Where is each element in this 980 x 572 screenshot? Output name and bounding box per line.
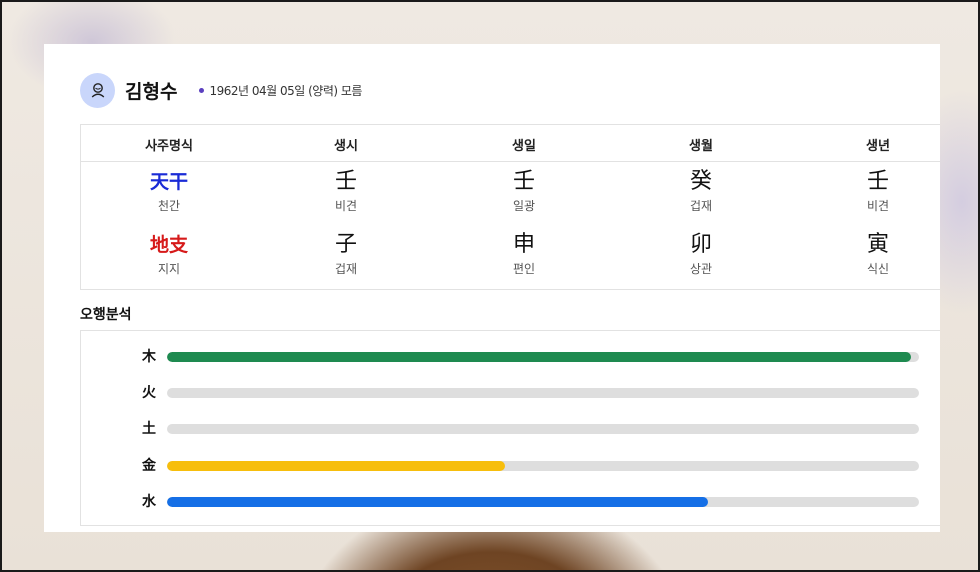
header-saju: 사주명식 [145, 139, 193, 154]
element-label-water: 水 [142, 494, 156, 510]
element-label-metal: 金 [142, 458, 156, 474]
element-row-water: 水 [81, 492, 940, 512]
element-bar-wood [167, 352, 912, 362]
branch-day-role: 편인 [512, 262, 536, 276]
branch-day: 申 편인 [464, 232, 584, 276]
profile-name: 김형수 [125, 80, 178, 103]
element-track-wood [167, 352, 919, 362]
stem-hour-role: 비견 [334, 199, 358, 213]
element-track-water [167, 497, 919, 507]
stem-month-char: 癸 [689, 169, 712, 194]
branch-hour-char: 子 [334, 232, 357, 257]
saju-table-header: 사주명식 생시 생일 생월 생년 [81, 125, 940, 162]
birth-info: 1962년 04월 05일 (양력) 모름 [199, 82, 362, 99]
element-label-wood: 木 [142, 349, 156, 365]
five-elements-title: 오행분석 [80, 307, 132, 323]
stems-label-cell: 天干 천간 [109, 169, 229, 213]
branch-day-char: 申 [512, 232, 535, 257]
header-day: 생일 [512, 139, 536, 154]
saju-table: 사주명식 생시 생일 생월 생년 天干 천간 壬 비견 壬 일광 癸 겁재 壬 … [80, 124, 940, 290]
branch-month: 卯 상관 [641, 232, 761, 276]
stems-label-kor: 천간 [157, 199, 181, 213]
element-track-fire [167, 388, 919, 398]
user-icon [91, 83, 104, 98]
branches-label: 地支 [149, 234, 188, 256]
branch-month-char: 卯 [689, 232, 712, 257]
element-bar-water [167, 497, 709, 507]
branch-year: 寅 식신 [818, 232, 938, 276]
birth-info-text: 1962년 04월 05일 (양력) 모름 [209, 83, 362, 98]
five-elements-panel: 木 火 土 金 水 [80, 330, 940, 526]
element-track-earth [167, 424, 919, 434]
stem-year-char: 壬 [866, 169, 889, 194]
element-label-fire: 火 [142, 385, 156, 401]
bullet-icon [199, 87, 205, 93]
branch-hour-role: 겁재 [334, 262, 358, 276]
branches-label-kor: 지지 [157, 262, 181, 276]
stem-day-char: 壬 [512, 169, 535, 194]
element-row-earth: 土 [81, 419, 940, 439]
branch-year-char: 寅 [866, 232, 889, 257]
element-bar-metal [167, 461, 506, 471]
branch-year-role: 식신 [866, 262, 890, 276]
stem-hour-char: 壬 [334, 169, 357, 194]
stem-month-role: 겁재 [689, 199, 713, 213]
stem-year: 壬 비견 [818, 169, 938, 213]
background-frame: 김형수 1962년 04월 05일 (양력) 모름 사주명식 생시 생일 생월 … [0, 0, 980, 572]
stems-label: 天干 [149, 171, 188, 193]
saju-card: 김형수 1962년 04월 05일 (양력) 모름 사주명식 생시 생일 생월 … [44, 44, 940, 532]
stem-year-role: 비견 [866, 199, 890, 213]
element-row-metal: 金 [81, 456, 940, 476]
element-track-metal [167, 461, 919, 471]
element-row-fire: 火 [81, 383, 940, 403]
header-hour: 생시 [334, 139, 358, 154]
profile-header: 김형수 1962년 04월 05일 (양력) 모름 [80, 72, 362, 108]
element-label-earth: 土 [142, 421, 156, 437]
avatar [80, 72, 115, 108]
branch-hour: 子 겁재 [286, 232, 406, 276]
header-month: 생월 [689, 139, 713, 154]
header-year: 생년 [866, 139, 890, 154]
branches-label-cell: 地支 지지 [109, 232, 229, 276]
stem-hour: 壬 비견 [286, 169, 406, 213]
stem-month: 癸 겁재 [641, 169, 761, 213]
branch-month-role: 상관 [689, 262, 713, 276]
stem-day-role: 일광 [512, 199, 536, 213]
element-row-wood: 木 [81, 347, 940, 367]
stem-day: 壬 일광 [464, 169, 584, 213]
